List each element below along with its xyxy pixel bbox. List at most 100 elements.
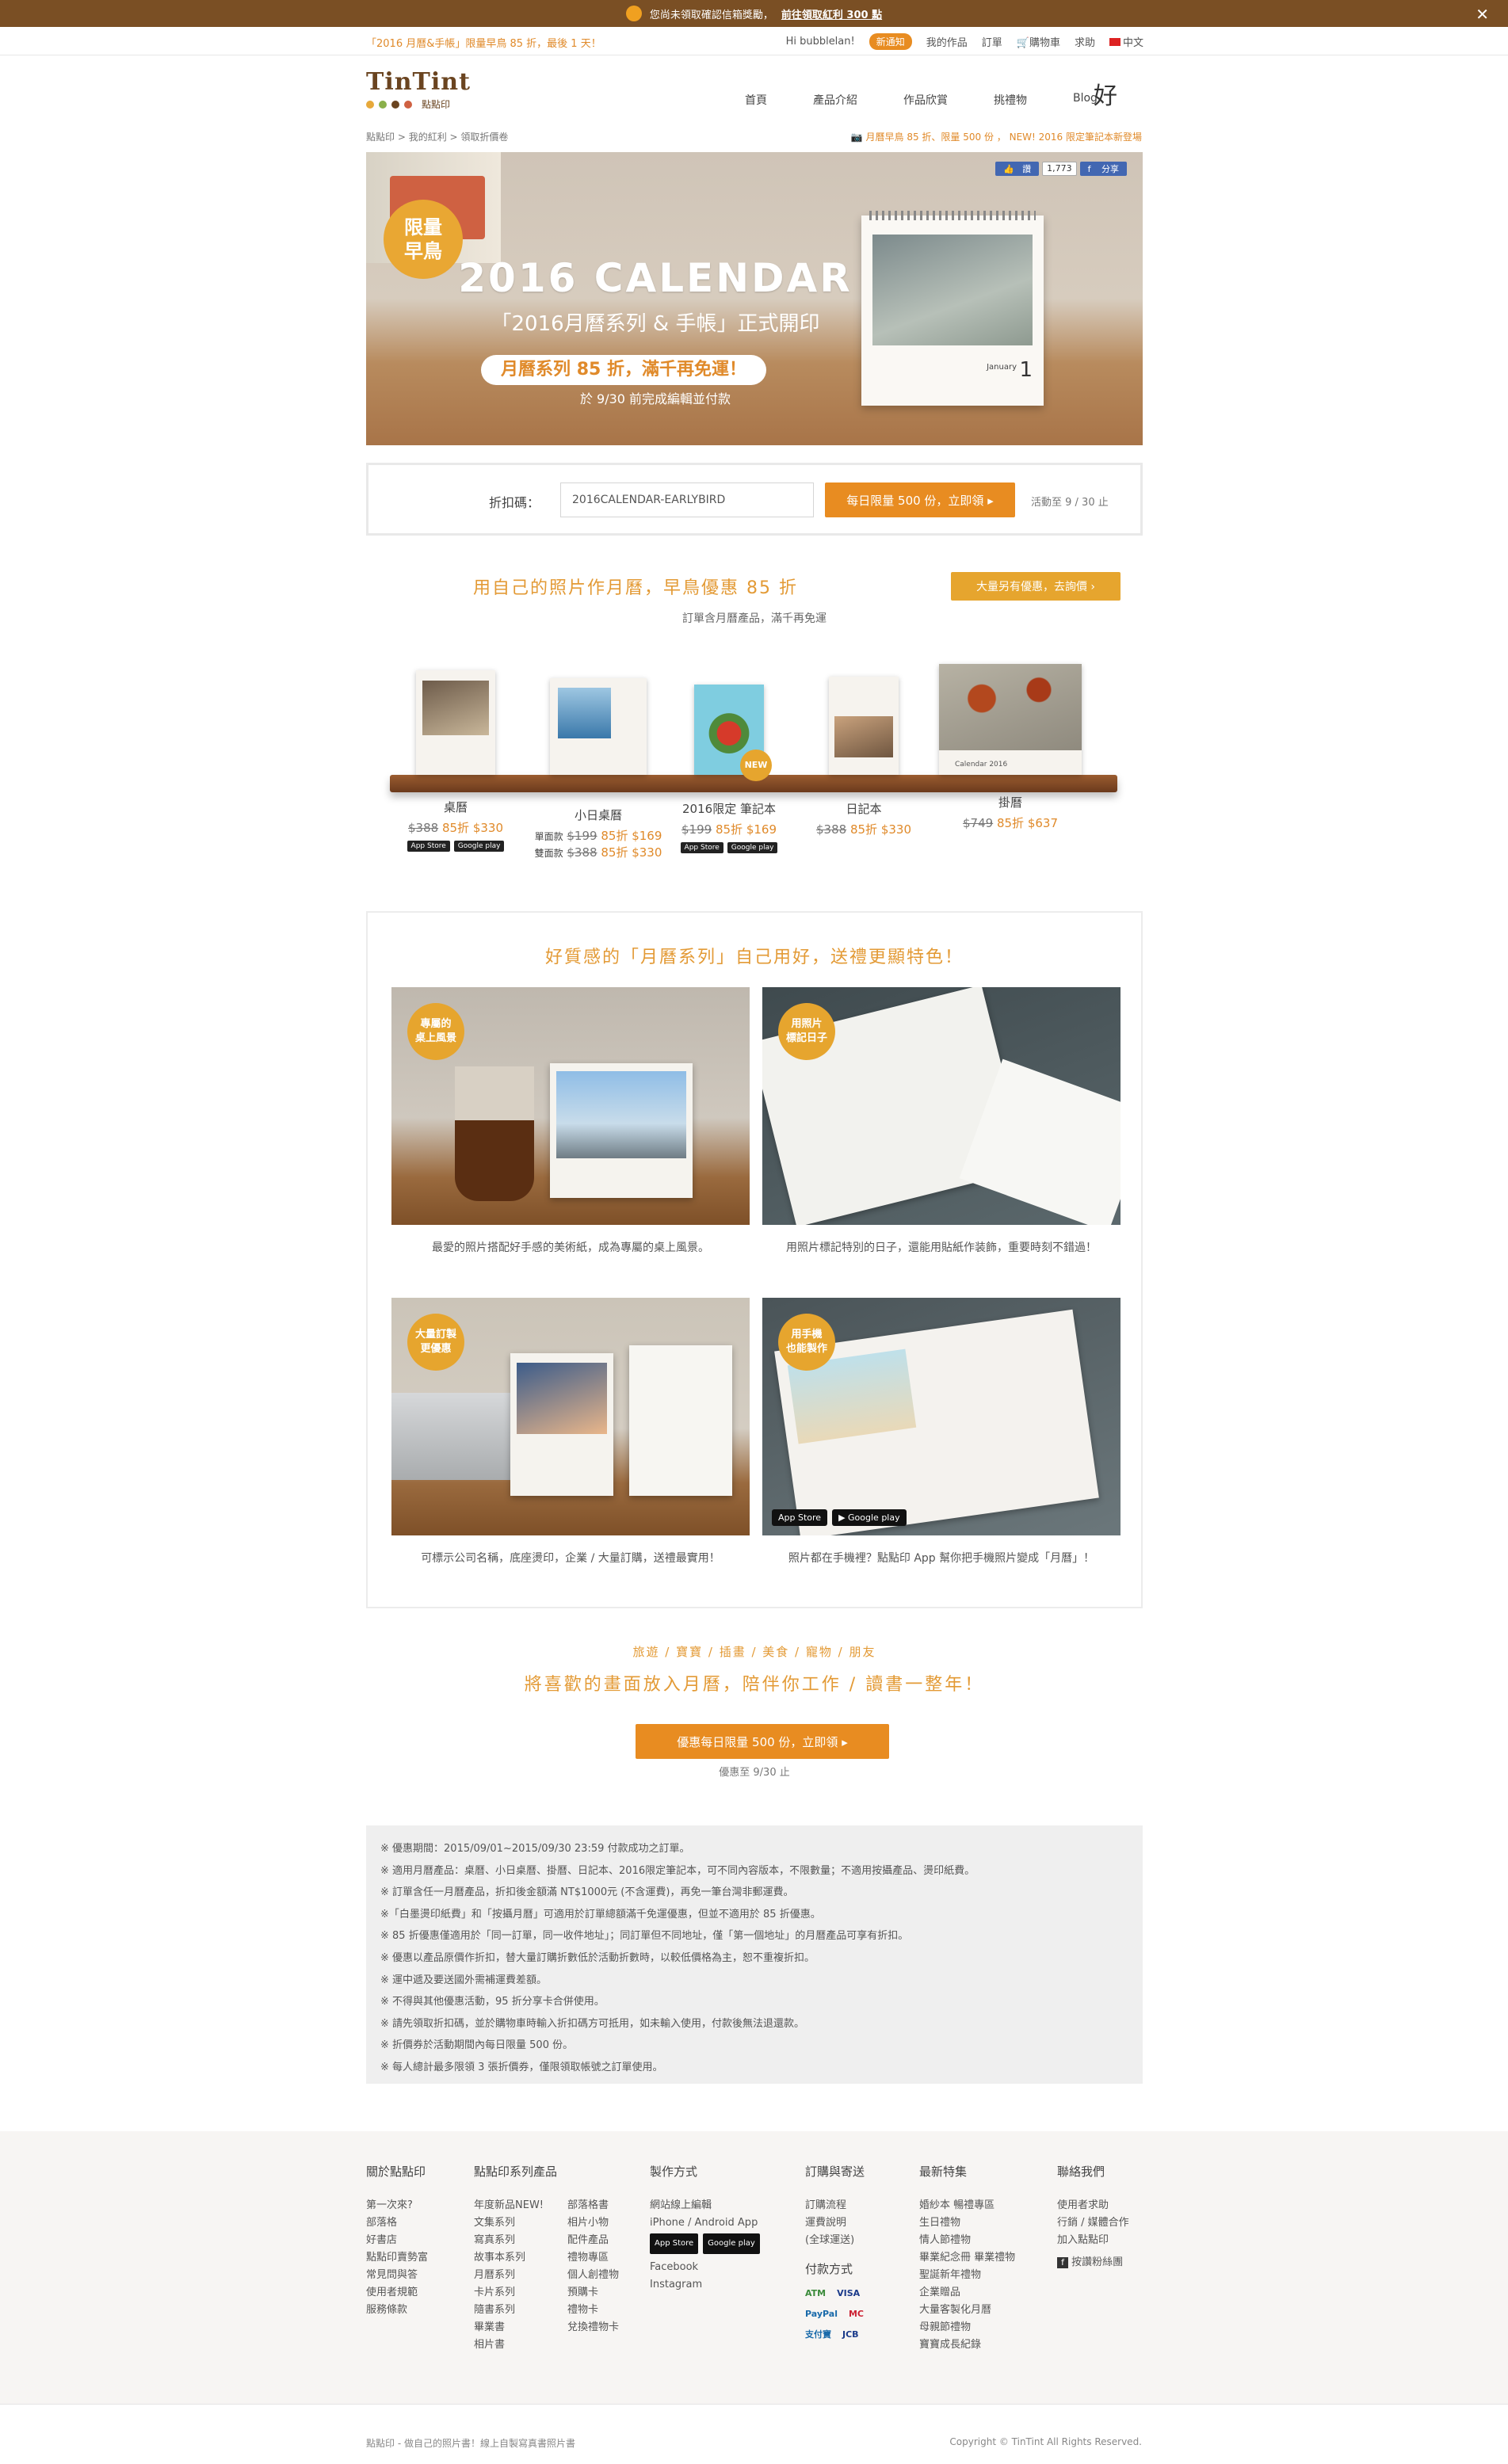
note-line: ※ 訂單含任一月曆產品，折扣後金額滿 NT$1000元 (不含運費)，再免一筆台… [380,1886,794,1899]
my-works-link[interactable]: 我的作品 [926,34,968,49]
wall-calendar-thumb: Calendar 2016 [939,664,1082,775]
desk-calendar-thumb [416,670,495,775]
note-line: ※ 每人總計最多限領 3 張折價券，僅限領取帳號之訂單使用。 [380,2061,663,2073]
note-line: ※ 優惠以產品原價作折扣，替大量訂購折數低於活動折數時，以較低價格為主，恕不重複… [380,1951,815,1964]
utility-bar: 「2016 月曆&手帳」限量早鳥 85 折，最後 1 天！ Hi bubblel… [0,27,1508,55]
feature-image-diary: 用照片 標記日子 [762,987,1121,1225]
slogan: 將喜歡的畫面放入月曆，陪伴你工作 / 讀書一整年！ [524,1675,985,1695]
feature-badge: 大量訂製 更優惠 [407,1314,464,1371]
nav-gallery[interactable]: 作品欣賞 [903,92,948,108]
hero-banner[interactable]: 限量 早鳥 2016 CALENDAR 「2016月曆系列 & 手帳」正式開印 … [366,152,1143,445]
notice-text: 您尚未領取確認信箱獎勵， [649,9,773,21]
google-play-badge[interactable]: Google play [703,2233,760,2254]
hero-subtitle: 「2016月曆系列 & 手帳」正式開印 [491,312,820,336]
section-subtitle-shipping: 訂單含月曆產品，滿千再免運 [682,612,827,625]
product-name: 桌曆 [443,800,468,814]
feature-badge: 用手機 也能製作 [778,1314,835,1371]
feature-caption: 可標示公司名稱，底座燙印，企業 / 大量訂購，送禮最實用！ [421,1552,720,1565]
claim-code-button[interactable]: 每日限量 500 份，立即領 ▸ [825,483,1015,517]
camera-icon: 📷 [850,132,866,143]
language-link[interactable]: 中文 [1109,34,1143,49]
product-small-desk-calendar[interactable]: 小日桌曆 單面款 $199 85折 $169 雙面款 $388 85折 $330 [531,678,666,861]
note-line: ※ 優惠期間：2015/09/01~2015/09/30 23:59 付款成功之… [380,1843,690,1855]
feature-caption: 用照片標記特別的日子，還能用貼紙作装飾，重要時刻不錯過！ [786,1242,1097,1254]
site-logo[interactable]: TinTint 點點印 [366,68,471,111]
offer-until: 優惠至 9/30 止 [719,1767,790,1779]
cart-icon: 🛒 [1016,37,1029,49]
like-button[interactable]: 👍 讚 [995,162,1040,176]
feature-caption: 最愛的照片搭配好手感的美術紙，成為專屬的桌上風景。 [432,1242,709,1254]
note-line: ※ 運中遞及要送國外需補運費差額。 [380,1974,548,1986]
orders-link[interactable]: 訂單 [982,34,1002,49]
feature-badge: 專屬的 桌上風景 [407,1003,464,1060]
copyright: Copyright © TinTint All Rights Reserved. [949,2436,1142,2447]
terms-notes: ※ 優惠期間：2015/09/01~2015/09/30 23:59 付款成功之… [366,1825,1143,2084]
product-diary[interactable]: 日記本 $388 85折 $330 [804,677,923,837]
main-nav: 首頁 產品介紹 作品欣賞 挑禮物 Blog [745,92,1098,108]
feature-badge: 用照片 標記日子 [778,1003,835,1060]
cart-link[interactable]: 🛒購物車 [1017,34,1060,49]
google-play-badge[interactable]: Google play [727,842,778,853]
desk-calendar-image: January 1 [861,211,1044,406]
greeting: Hi bubblelan! [785,36,855,48]
play-icon: ▶ [838,1512,846,1523]
discount-label: 折扣碼： [489,495,540,510]
help-link[interactable]: 求助 [1075,34,1095,49]
footer-col-special: 最新特集 婚紗本 暢禮專區 生日禮物 情人節禮物 畢業紀念冊 畢業禮物 聖誕新年… [919,2165,1016,2351]
discount-until: 活動至 9 / 30 止 [1031,497,1109,509]
footer-col-making: 製作方式 網站線上編輯 iPhone / Android App App Sto… [650,2163,760,2294]
promo-text[interactable]: 「2016 月曆&手帳」限量早鳥 85 折，最後 1 天！ [366,35,601,50]
feature-image-app: 用手機 也能製作 App Store ▶ Google play [762,1298,1121,1535]
nav-gifts[interactable]: 挑禮物 [994,92,1027,108]
app-store-badge[interactable]: App Store [772,1509,828,1526]
good-store-logo[interactable]: 好 [1094,76,1117,111]
product-desk-calendar[interactable]: 桌曆 $388 85折 $330 App Store Google play [396,670,515,852]
feature-image-desk: 專屬的 桌上風景 [391,987,750,1225]
note-line: ※ 適用月曆產品：桌曆、小日桌曆、掛曆、日記本、2016限定筆記本，可不同內容版… [380,1864,975,1877]
payment-icons: ATM VISA [805,2288,861,2298]
footer-tagline: 點點印 - 做自己的照片書！線上自製寫真書照片書 [366,2438,575,2449]
note-line: ※ 85 折優惠僅適用於「同一訂單，同一收件地址」；同訂單但不同地址，僅「第一個… [380,1930,909,1943]
footer-col-about: 關於點點印 第一次來? 部落格 好書店 點點印賣勢富 常見問與答 使用者規範 服… [366,2165,429,2316]
note-line: ※「白墨燙印紙費」和「按攝月曆」可適用於訂單總額滿千免運優惠，但並不適用於 85… [380,1908,821,1920]
notice-badge[interactable]: 新通知 [869,33,912,50]
app-store-badge[interactable]: App Store [650,2233,699,2254]
news-ticker[interactable]: 📷 月曆早鳥 85 折、限量 500 份 ， NEW! 2016 限定筆記本新登… [851,130,1142,143]
new-badge: NEW [740,749,772,781]
flag-icon [1109,38,1121,46]
breadcrumb-bonus[interactable]: 我的紅利 [409,132,447,143]
hero-note: 於 9/30 前完成編輯並付款 [579,391,731,406]
breadcrumb-current: 領取折價卷 [460,132,509,143]
hero-offer-pill: 月曆系列 85 折，滿千再免運！ [481,355,766,385]
breadcrumb-home[interactable]: 點點印 [366,132,395,143]
product-name: 掛曆 [998,795,1022,810]
close-icon[interactable]: ✕ [1476,5,1489,24]
discount-code-box: 折扣碼： 每日限量 500 份，立即領 ▸ 活動至 9 / 30 止 [366,463,1143,536]
google-play-badge[interactable]: Google play [453,841,505,852]
features-section: 好質感的「月曆系列」自己用好，送禮更顯特色！ 專屬的 桌上風景 最愛的照片搭配好手… [366,911,1143,1608]
fan-page-link[interactable]: f 按讚粉絲團 [1057,2254,1129,2271]
note-line: ※ 請先領取折扣碼，並於購物車時輸入折扣碼方可抵用，如未輸入使用，付款後無法退還… [380,2017,805,2030]
hero-title: 2016 CALENDAR [458,255,853,301]
section-title-calendar: 用自己的照片作月曆，早鳥優惠 85 折 [473,578,798,598]
nav-products[interactable]: 產品介紹 [813,92,857,108]
like-icon: 👍 [1003,164,1015,174]
copyright-bar: 點點印 - 做自己的照片書！線上自製寫真書照片書 Copyright © Tin… [0,2404,1508,2464]
product-notebook[interactable]: NEW 2016限定 筆記本 $199 85折 $169 App Store Go… [674,685,785,853]
google-play-badge[interactable]: ▶ Google play [832,1509,907,1526]
share-button[interactable]: f 分享 [1079,162,1127,176]
share-buttons: 👍 讚 1,773 f 分享 [995,162,1127,176]
bulk-inquiry-button[interactable]: 大量另有優惠，去詢價 › [951,572,1121,601]
claim-offer-button[interactable]: 優惠每日限量 500 份，立即領 ▸ [636,1724,889,1759]
product-name: 日記本 [846,802,882,816]
note-line: ※ 不得與其他優惠活動，95 折分享卡合併使用。 [380,1996,605,2008]
small-desk-calendar-thumb [550,678,647,775]
product-wall-calendar[interactable]: Calendar 2016 掛曆 $749 85折 $637 [939,664,1082,831]
coin-icon [625,6,642,21]
app-store-badge[interactable]: App Store [407,841,450,852]
claim-bonus-link[interactable]: 前往領取紅利 300 點 [781,6,882,21]
diary-thumb [829,677,899,775]
nav-home[interactable]: 首頁 [745,92,767,108]
app-store-badge[interactable]: App Store [680,842,723,853]
discount-code-input[interactable] [560,483,814,517]
